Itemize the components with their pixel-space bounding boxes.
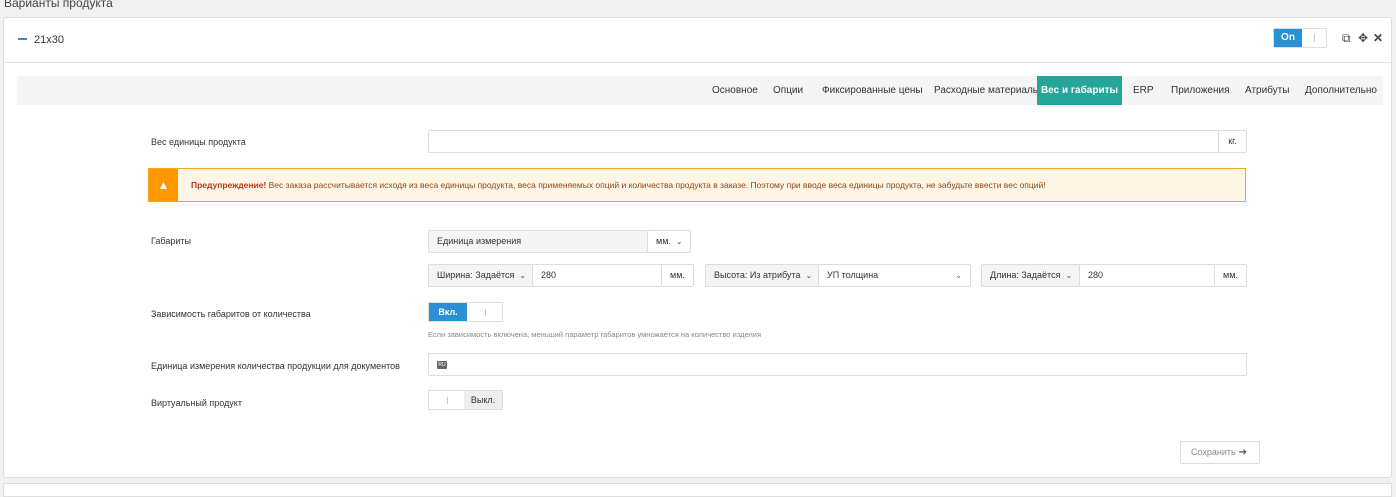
tabs-bar: Основное Опции Фиксированные цены Расход… (17, 76, 1383, 105)
width-input[interactable]: 280 (532, 264, 662, 287)
warning-title: Предупреждение! (191, 180, 267, 190)
copy-icon[interactable]: ⧉ (1342, 31, 1351, 45)
virtual-off-label: Выкл. (464, 391, 502, 409)
tab-erp[interactable]: ERP (1122, 76, 1165, 105)
length-mode-label: Длина: Задаётся (990, 270, 1061, 280)
variant-header: 21x30 On ⧉ ✥ ✕ (4, 18, 1391, 63)
doc-unit-input[interactable]: RU (428, 353, 1247, 376)
height-mode-select[interactable]: Высота: Из атрибута ⌄ (705, 264, 819, 287)
doc-unit-label: Единица измерения количества продукции д… (151, 361, 400, 371)
warning-text: Предупреждение! Вес заказа рассчитываетс… (178, 169, 1046, 201)
save-label: Сохранить (1191, 447, 1236, 457)
arrow-right-icon: ➔ (1238, 447, 1247, 458)
save-button[interactable]: Сохранить ➔ (1180, 441, 1260, 464)
dependency-hint: Если зависимость включена, меньший парам… (428, 330, 762, 339)
section-title: Варианты продукта (4, 0, 113, 10)
width-mode-select[interactable]: Ширина: Задаётся ⌄ (428, 264, 533, 287)
tab-apps[interactable]: Приложения (1160, 76, 1241, 105)
tab-materials[interactable]: Расходные материалы (923, 76, 1051, 105)
height-attribute-label: УП толщина (827, 270, 879, 280)
length-unit: мм. (1214, 264, 1247, 287)
dimensions-label: Габариты (151, 236, 191, 246)
variant-name: 21x30 (34, 34, 64, 46)
virtual-label: Виртуальный продукт (151, 398, 242, 408)
switch-knob (429, 391, 464, 409)
dimension-unit-select[interactable]: мм. ⌄ (647, 230, 691, 253)
weight-label: Вес единицы продукта (151, 137, 246, 147)
tab-fixed-prices[interactable]: Фиксированные цены (811, 76, 934, 105)
language-badge: RU (437, 361, 447, 369)
width-mode-label: Ширина: Задаётся (437, 270, 515, 280)
weight-unit: кг. (1218, 130, 1247, 153)
variant-panel: 21x30 On ⧉ ✥ ✕ Основное Опции Фиксирован… (3, 17, 1392, 478)
warning-body: Вес заказа рассчитывается исходя из веса… (266, 180, 1046, 190)
tab-additional[interactable]: Дополнительно (1294, 76, 1388, 105)
dependency-label: Зависимость габаритов от количества (151, 309, 311, 319)
collapse-icon[interactable] (18, 38, 27, 40)
close-icon[interactable]: ✕ (1373, 31, 1383, 45)
tab-basic[interactable]: Основное (701, 76, 769, 105)
chevron-down-icon: ⌄ (1065, 271, 1073, 280)
warning-icon: ▲ (149, 169, 178, 201)
variant-toggle[interactable]: On (1273, 28, 1327, 48)
dimension-unit-value: мм. (656, 236, 671, 246)
move-icon[interactable]: ✥ (1358, 31, 1368, 45)
height-attribute-select[interactable]: УП толщина ⌄ (818, 264, 971, 287)
height-mode-label: Высота: Из атрибута (714, 270, 801, 280)
dependency-switch[interactable]: Вкл. (428, 302, 503, 322)
tab-options[interactable]: Опции (762, 76, 814, 105)
length-input[interactable]: 280 (1079, 264, 1215, 287)
chevron-down-icon: ⌄ (519, 271, 527, 280)
tab-weight-dimensions[interactable]: Вес и габариты (1037, 76, 1122, 105)
toggle-on-label: On (1274, 29, 1302, 47)
toggle-knob (1302, 29, 1326, 47)
dependency-on-label: Вкл. (429, 303, 467, 321)
chevron-down-icon: ⌄ (805, 271, 813, 280)
length-mode-select[interactable]: Длина: Задаётся ⌄ (981, 264, 1080, 287)
weight-input[interactable] (428, 130, 1219, 153)
chevron-down-icon: ⌄ (955, 271, 962, 280)
virtual-switch[interactable]: Выкл. (428, 390, 503, 410)
dimension-unit-label: Единица измерения (428, 230, 648, 253)
width-unit: мм. (661, 264, 694, 287)
switch-knob (467, 303, 502, 321)
chevron-down-icon: ⌄ (675, 237, 683, 246)
next-variant-panel (3, 483, 1392, 497)
tab-attributes[interactable]: Атрибуты (1234, 76, 1300, 105)
warning-alert: ▲ Предупреждение! Вес заказа рассчитывае… (148, 168, 1246, 202)
